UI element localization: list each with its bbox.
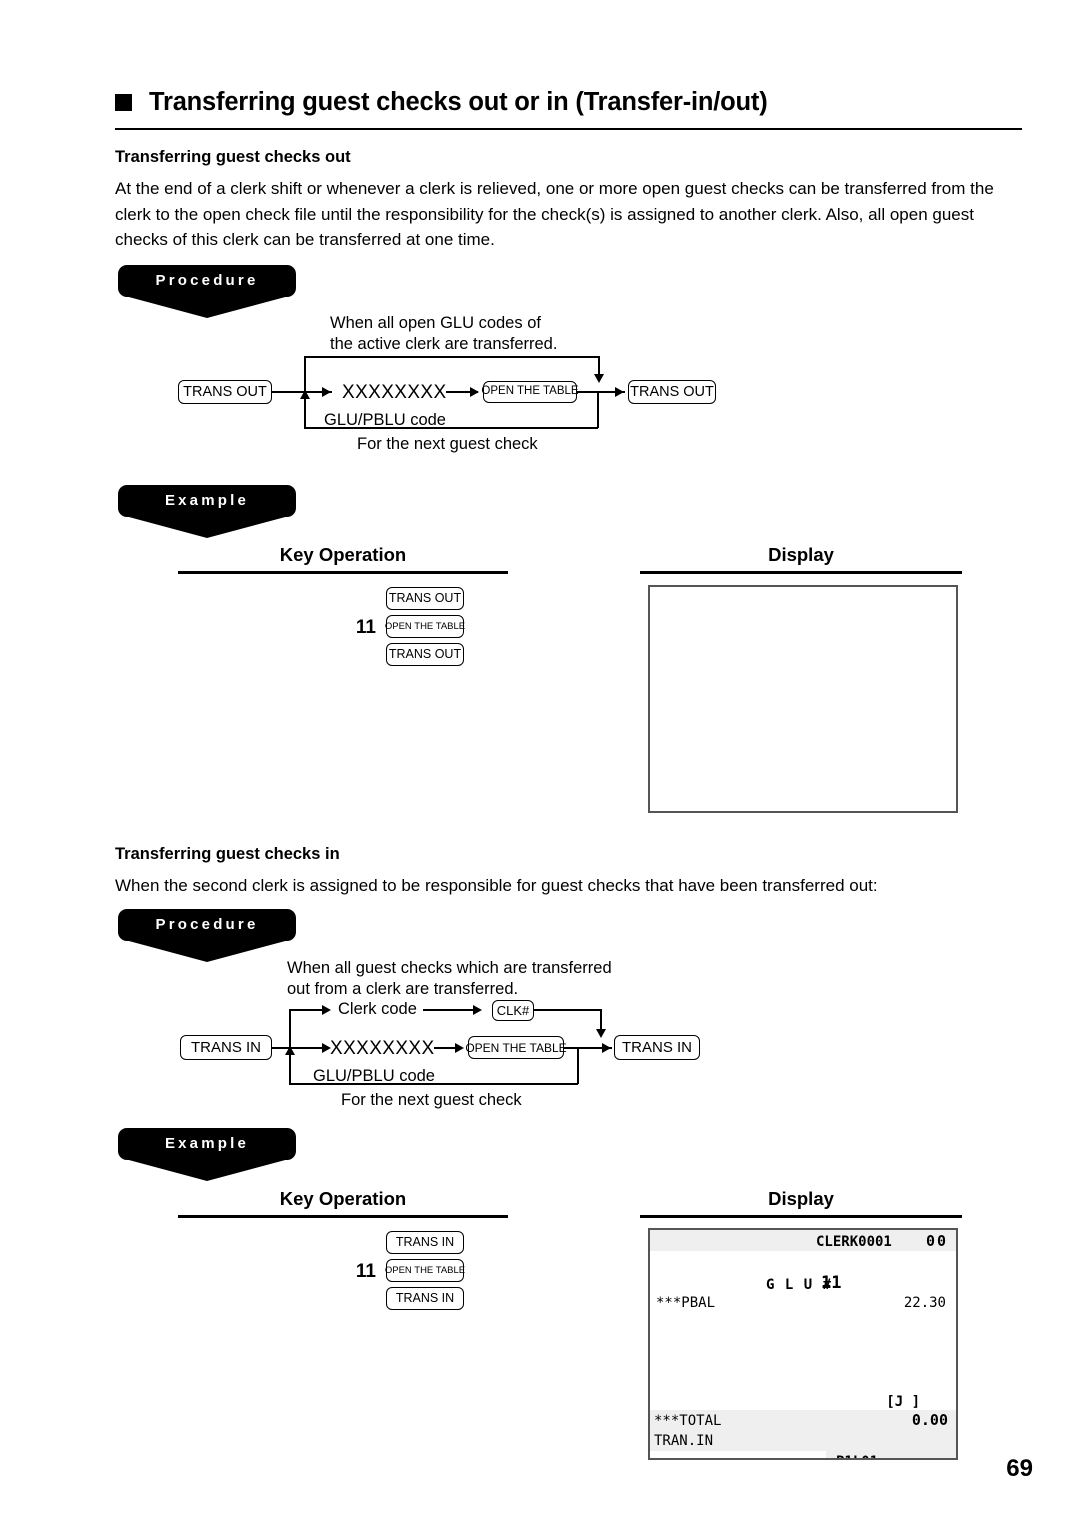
key-trans-in-start: TRANS IN	[180, 1035, 272, 1060]
key-quantity-out: 11	[355, 617, 376, 638]
page-number: 69	[1006, 1455, 1033, 1482]
page-title: Transferring guest checks out or in (Tra…	[115, 88, 768, 117]
display-mode-label: TRAN.IN	[654, 1433, 714, 1449]
procedure-banner-in-label: Procedure	[118, 909, 296, 941]
flow-line	[304, 356, 600, 358]
flow-arrow-icon	[473, 1004, 482, 1015]
display-top-band	[650, 1230, 956, 1251]
flow-arrow-icon	[285, 1046, 295, 1055]
display-clerk-id: CLERK0001	[816, 1234, 892, 1250]
flow-line	[577, 1047, 579, 1084]
key-open-the-table-in: OPEN THE TABLE	[465, 1036, 567, 1059]
page-title-text: Transferring guest checks out or in (Tra…	[149, 88, 768, 116]
flow-arrow-icon	[300, 390, 310, 399]
key-operation-rule-in	[178, 1215, 508, 1218]
section-in-heading: Transferring guest checks in	[115, 845, 340, 863]
key-operation-stack-in: TRANS IN 11 OPEN THE TABLE TRANS IN	[356, 1231, 465, 1315]
display-total-value: 0.00	[911, 1411, 948, 1429]
display-bottom-blank	[650, 1451, 826, 1458]
flow-arrow-icon	[615, 386, 624, 397]
flow-line	[534, 1009, 602, 1011]
code-placeholder-in: XXXXXXXX	[330, 1038, 435, 1059]
example-banner-in-label: Example	[118, 1128, 296, 1160]
key-trans-out-end: TRANS OUT	[628, 380, 716, 404]
flow-line	[289, 1054, 291, 1084]
note-out-line1: When all open GLU codes of	[330, 314, 541, 332]
key-trans-out-start: TRANS OUT	[178, 380, 272, 404]
banner-tab-shape	[125, 940, 289, 962]
key-clk-number: CLK#	[492, 1000, 534, 1021]
section-in-paragraph: When the second clerk is assigned to be …	[115, 876, 878, 895]
flow-arrow-icon	[602, 1042, 611, 1053]
keycap-trans-out-1: TRANS OUT	[386, 587, 464, 610]
square-bullet-icon	[115, 94, 132, 111]
flow-arrow-icon	[470, 386, 479, 397]
flow-arrow-icon	[322, 386, 331, 397]
display-total-label: ***TOTAL	[654, 1413, 722, 1429]
flow-line	[289, 1009, 291, 1047]
key-operation-heading-out: Key Operation	[279, 544, 407, 565]
display-heading-in: Display	[768, 1188, 834, 1209]
section-out-heading: Transferring guest checks out	[115, 148, 351, 166]
flow-line	[289, 1083, 578, 1085]
note-out-line2: the active clerk are transferred.	[330, 335, 558, 353]
display-panel-in: CLERK0001 00 G L U # 11 ***PBAL 22.30 [J…	[648, 1228, 958, 1460]
display-status-code: P1L01	[836, 1455, 878, 1458]
flow-line	[423, 1009, 479, 1011]
note-in-line2: out from a clerk are transferred.	[287, 980, 519, 998]
procedure-banner-out-label: Procedure	[118, 265, 296, 297]
display-heading-out: Display	[768, 544, 834, 565]
flow-line	[304, 398, 306, 428]
key-operation-heading-in: Key Operation	[279, 1188, 407, 1209]
display-panel-out	[648, 585, 958, 813]
example-banner-out-label: Example	[118, 485, 296, 517]
keycap-trans-in-2: TRANS IN	[386, 1287, 464, 1310]
banner-tab-shape	[125, 296, 289, 318]
flow-arrow-icon	[596, 1029, 606, 1038]
keycap-open-the-table-in: OPEN THE TABLE	[385, 1259, 465, 1282]
flow-line	[597, 391, 599, 428]
loop-label-out: For the next guest check	[357, 435, 538, 453]
display-glu-value: 11	[821, 1273, 842, 1293]
display-pbal-value: 22.30	[903, 1295, 946, 1311]
loop-label-in: For the next guest check	[341, 1091, 522, 1109]
display-indicator-digits: 00	[925, 1232, 948, 1250]
keycap-open-the-table-out: OPEN THE TABLE	[385, 615, 465, 638]
flow-arrow-icon	[455, 1042, 464, 1053]
flow-line	[304, 356, 306, 392]
note-in-line1: When all guest checks which are transfer…	[287, 959, 612, 977]
display-rule-out	[640, 571, 962, 574]
keycap-trans-out-2: TRANS OUT	[386, 643, 464, 666]
key-open-the-table-out: OPEN THE TABLE	[481, 381, 579, 403]
example-banner-out: Example	[118, 485, 296, 539]
flow-arrow-icon	[322, 1004, 331, 1015]
flow-line	[289, 1009, 325, 1011]
flow-arrow-icon	[594, 374, 604, 383]
clerk-code-label: Clerk code	[338, 1000, 417, 1018]
procedure-banner-out: Procedure	[118, 265, 296, 319]
display-rule-in	[640, 1215, 962, 1218]
display-journal-flag: [J ]	[886, 1394, 920, 1410]
code-placeholder-out: XXXXXXXX	[342, 382, 447, 403]
display-pbal-label: ***PBAL	[656, 1295, 716, 1311]
flow-line	[304, 427, 598, 429]
flow-line	[272, 1047, 322, 1049]
example-banner-in: Example	[118, 1128, 296, 1182]
display-screen-out	[650, 587, 956, 811]
manual-page: Transferring guest checks out or in (Tra…	[0, 0, 1080, 1526]
key-operation-stack-out: TRANS OUT 11 OPEN THE TABLE TRANS OUT	[356, 587, 465, 671]
key-quantity-in: 11	[355, 1261, 376, 1282]
key-operation-rule-out	[178, 571, 508, 574]
flow-line	[600, 1009, 602, 1031]
key-trans-in-end: TRANS IN	[614, 1035, 700, 1060]
display-screen-in: CLERK0001 00 G L U # 11 ***PBAL 22.30 [J…	[650, 1230, 956, 1458]
banner-tab-shape	[125, 516, 289, 538]
banner-tab-shape	[125, 1159, 289, 1181]
section-out-paragraph: At the end of a clerk shift or whenever …	[115, 179, 994, 249]
procedure-banner-in: Procedure	[118, 909, 296, 963]
title-divider	[115, 128, 1022, 130]
keycap-trans-in-1: TRANS IN	[386, 1231, 464, 1254]
